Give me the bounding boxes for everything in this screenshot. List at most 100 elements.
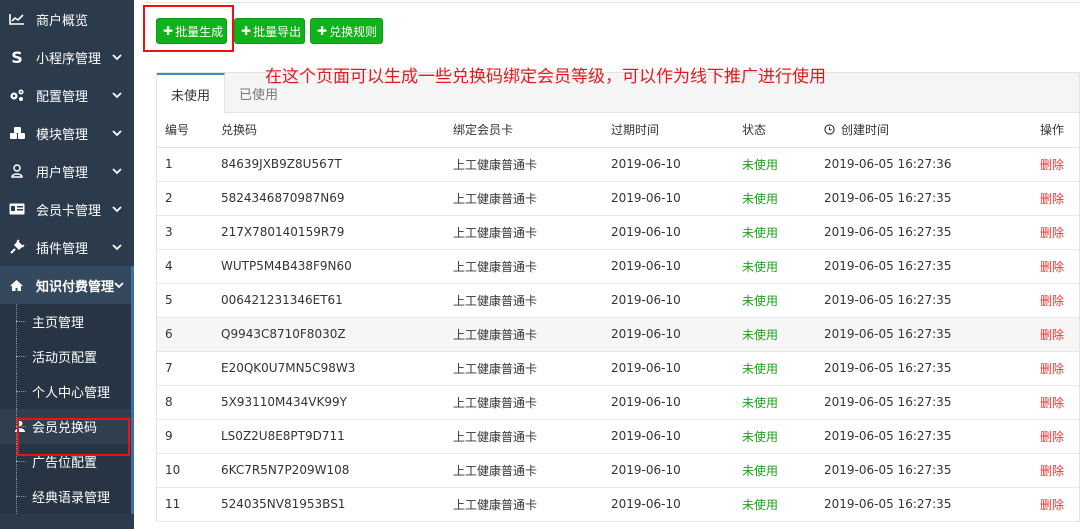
sidebar-subitem-homepage[interactable]: 主页管理	[0, 304, 134, 339]
cell-created: 2019-06-05 16:27:35	[824, 249, 1040, 284]
sidebar-subitem-personal-center[interactable]: 个人中心管理	[0, 374, 134, 409]
sidebar-subitem-label: 经典语录管理	[32, 491, 111, 506]
sidebar-item-label: 配置管理	[36, 89, 89, 105]
status-badge: 未使用	[742, 283, 824, 318]
cell-code: 6KC7R5N7P209W108	[221, 453, 453, 488]
col-header-expire: 过期时间	[611, 113, 742, 148]
table-header-row: 编号 兑换码 绑定会员卡 过期时间 状态 创建时间 操作	[157, 113, 1079, 148]
cell-expire: 2019-06-10	[611, 385, 742, 420]
top-divider	[144, 2, 1080, 3]
sidebar-item-users[interactable]: 用户管理	[0, 152, 134, 190]
cell-id: 1	[157, 147, 221, 182]
cell-code: 524035NV81953BS1	[221, 487, 453, 522]
chevron-down-icon	[112, 244, 122, 251]
chevron-down-icon	[112, 206, 122, 213]
cell-card: 上工健康普通卡	[453, 147, 611, 182]
plug-icon	[8, 239, 26, 255]
chart-line-icon	[8, 11, 26, 27]
sidebar-item-config[interactable]: 配置管理	[0, 76, 134, 114]
sidebar-item-label: 模块管理	[36, 127, 89, 143]
cell-code: 217X780140159R79	[221, 215, 453, 250]
chevron-down-icon	[112, 130, 122, 137]
cell-card: 上工健康普通卡	[453, 419, 611, 454]
table-row: 9 LS0Z2U8E8PT9D711 上工健康普通卡 2019-06-10 未使用 201…	[157, 419, 1079, 454]
sidebar-subitem-quotes[interactable]: 经典语录管理	[0, 479, 134, 514]
sidebar-item-label: 插件管理	[36, 241, 89, 257]
cell-card: 上工健康普通卡	[453, 385, 611, 420]
miniprogram-s-icon: S	[11, 47, 23, 67]
delete-link[interactable]: 删除	[1040, 351, 1079, 386]
redeem-rules-button[interactable]: ✚ 兑换规则	[310, 18, 383, 44]
cell-card: 上工健康普通卡	[453, 249, 611, 284]
cell-expire: 2019-06-10	[611, 487, 742, 522]
col-header-id: 编号	[157, 113, 221, 148]
delete-link[interactable]: 删除	[1040, 453, 1079, 488]
col-header-action: 操作	[1040, 113, 1079, 148]
sidebar-item-merchant-overview[interactable]: 商户概览	[0, 0, 134, 38]
sidebar-item-label: 用户管理	[36, 165, 89, 181]
cell-expire: 2019-06-10	[611, 419, 742, 454]
cell-created: 2019-06-05 16:27:35	[824, 215, 1040, 250]
cell-card: 上工健康普通卡	[453, 215, 611, 250]
delete-link[interactable]: 删除	[1040, 249, 1079, 284]
cell-code: 006421231346ET61	[221, 283, 453, 318]
sidebar-subitem-label: 活动页配置	[32, 351, 98, 366]
status-badge: 未使用	[742, 385, 824, 420]
cell-code: 5X93110M434VK99Y	[221, 385, 453, 420]
cell-card: 上工健康普通卡	[453, 453, 611, 488]
delete-link[interactable]: 删除	[1040, 385, 1079, 420]
table-row: 5 006421231346ET61 上工健康普通卡 2019-06-10 未使用 201…	[157, 283, 1079, 318]
clock-icon	[824, 124, 835, 135]
cell-created: 2019-06-05 16:27:35	[824, 317, 1040, 352]
cell-id: 3	[157, 215, 221, 250]
table-body: 1 84639JXB9Z8U567T 上工健康普通卡 2019-06-10 未使用 201…	[157, 147, 1079, 522]
sidebar-item-miniprogram[interactable]: S 小程序管理	[0, 38, 134, 76]
status-badge: 未使用	[742, 181, 824, 216]
delete-link[interactable]: 删除	[1040, 419, 1079, 454]
col-header-card: 绑定会员卡	[453, 113, 611, 148]
sidebar-item-label: 小程序管理	[36, 51, 102, 67]
tab-unused[interactable]: 未使用	[157, 73, 226, 114]
sidebar-subitem-label: 个人中心管理	[32, 386, 111, 401]
table-row: 6 Q9943C8710F8030Z 上工健康普通卡 2019-06-10 未使用 201…	[157, 317, 1079, 352]
delete-link[interactable]: 删除	[1040, 487, 1079, 522]
sidebar-subitem-label: 主页管理	[32, 316, 85, 331]
cell-id: 8	[157, 385, 221, 420]
cell-card: 上工健康普通卡	[453, 317, 611, 352]
status-badge: 未使用	[742, 453, 824, 488]
sidebar-item-knowledge-paid[interactable]: 知识付费管理	[0, 266, 134, 304]
cell-expire: 2019-06-10	[611, 351, 742, 386]
gears-icon	[8, 87, 26, 103]
table-row: 11 524035NV81953BS1 上工健康普通卡 2019-06-10 未使用 20…	[157, 487, 1079, 522]
chevron-down-icon	[112, 54, 122, 61]
plus-icon: ✚	[317, 24, 328, 38]
cell-created: 2019-06-05 16:27:35	[824, 453, 1040, 488]
cell-created: 2019-06-05 16:27:35	[824, 487, 1040, 522]
cell-expire: 2019-06-10	[611, 181, 742, 216]
delete-link[interactable]: 删除	[1040, 181, 1079, 216]
delete-link[interactable]: 删除	[1040, 317, 1079, 352]
user-icon	[8, 163, 26, 179]
cell-expire: 2019-06-10	[611, 317, 742, 352]
table-row: 10 6KC7R5N7P209W108 上工健康普通卡 2019-06-10 未使用 20…	[157, 453, 1079, 488]
annotation-text: 在这个页面可以生成一些兑换码绑定会员等级，可以作为线下推广进行使用	[265, 67, 826, 87]
batch-export-button[interactable]: ✚ 批量导出	[234, 18, 305, 44]
delete-link[interactable]: 删除	[1040, 215, 1079, 250]
sidebar-item-plugins[interactable]: 插件管理	[0, 228, 134, 266]
redeem-code-panel: 未使用 已使用 编号 兑换码 绑定会员卡 过期时间 状态 创建时间 操作 1 84…	[156, 72, 1080, 522]
sidebar-item-modules[interactable]: 模块管理	[0, 114, 134, 152]
cell-id: 5	[157, 283, 221, 318]
cell-id: 11	[157, 487, 221, 522]
delete-link[interactable]: 删除	[1040, 147, 1079, 182]
cell-created: 2019-06-05 16:27:35	[824, 351, 1040, 386]
highlight-box-generate	[143, 5, 234, 52]
col-header-created[interactable]: 创建时间	[824, 113, 1040, 148]
button-label: 兑换规则	[329, 24, 378, 39]
sidebar-item-member-cards[interactable]: 会员卡管理	[0, 190, 134, 228]
sidebar-subitem-activity-page[interactable]: 活动页配置	[0, 339, 134, 374]
delete-link[interactable]: 删除	[1040, 283, 1079, 318]
cell-created: 2019-06-05 16:27:36	[824, 147, 1040, 182]
table-row: 4 WUTP5M4B438F9N60 上工健康普通卡 2019-06-10 未使用 201…	[157, 249, 1079, 284]
home-icon	[8, 277, 26, 293]
cell-id: 6	[157, 317, 221, 352]
